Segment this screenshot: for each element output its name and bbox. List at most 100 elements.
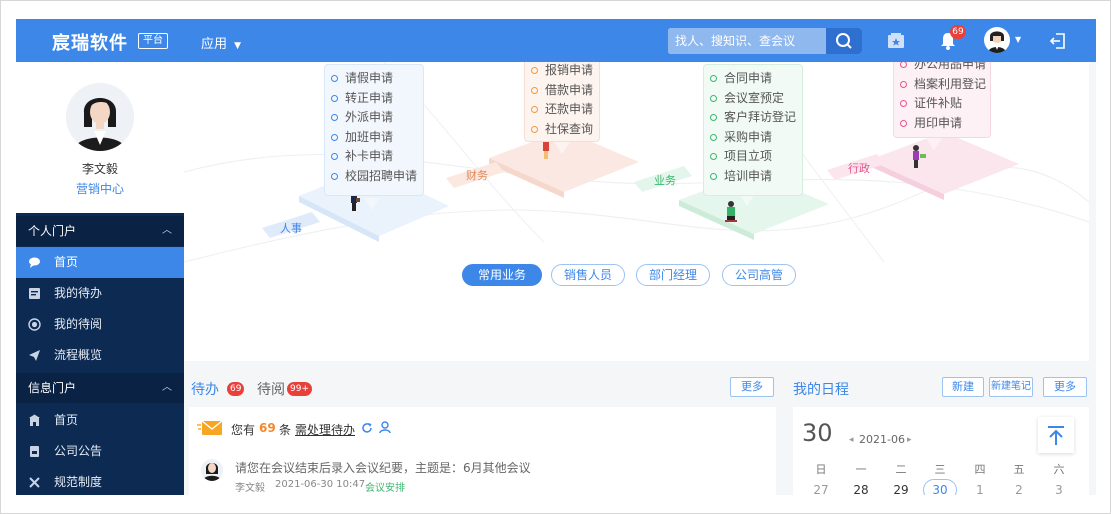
- business-item-1[interactable]: 会议室预定: [710, 89, 802, 109]
- weekday-label: 六: [1053, 463, 1065, 476]
- hr-menu-card: 请假申请 转正申请 外派申请 加班申请 补卡申请 校园招聘申请: [324, 64, 424, 196]
- document-icon: [30, 446, 39, 457]
- schedule-new-note-button[interactable]: 新建笔记: [989, 377, 1033, 397]
- user-department[interactable]: 营销中心: [16, 180, 184, 197]
- finance-menu-card: 报销申请 借款申请 还款申请 社保查询: [524, 62, 600, 142]
- sidebar-group-info[interactable]: 信息门户 ︿: [16, 373, 184, 403]
- business-banner: 请假申请 转正申请 外派申请 加班申请 补卡申请 校园招聘申请 报销申请 借款申…: [184, 62, 1089, 297]
- calendar-date[interactable]: 27: [801, 483, 841, 495]
- refresh-icon[interactable]: [361, 422, 373, 434]
- tab-sales[interactable]: 销售人员: [551, 264, 625, 286]
- prev-month-icon[interactable]: ◂: [849, 435, 854, 445]
- hr-item-5[interactable]: 校园招聘申请: [331, 167, 423, 187]
- sidebar-group-personal[interactable]: 个人门户 ︿: [16, 216, 184, 246]
- tab-todo[interactable]: 待办: [191, 379, 219, 399]
- todo-summary-count: 69: [259, 421, 276, 435]
- admin-item-0[interactable]: 办公用品申请: [900, 62, 990, 75]
- todo-item-tag[interactable]: 会议安排: [365, 479, 405, 494]
- user-avatar[interactable]: [984, 27, 1010, 53]
- avatar-image: [203, 463, 221, 481]
- weekday-label: 四: [974, 463, 986, 476]
- business-item-4[interactable]: 项目立项: [710, 147, 802, 167]
- logo-badge: 平台: [138, 33, 168, 49]
- business-platform-label[interactable]: 业务: [654, 172, 676, 188]
- calendar-date-today[interactable]: 30: [920, 483, 960, 495]
- calendar-date[interactable]: 29: [881, 483, 921, 495]
- app-window: 宸瑞软件 平台 应用 ▼ 69: [16, 19, 1096, 495]
- toread-count-badge: 99+: [287, 382, 312, 396]
- banner-spacer: [184, 297, 1089, 361]
- next-month-icon[interactable]: ▸: [907, 435, 912, 445]
- calendar-day: 30: [802, 419, 833, 447]
- admin-item-1[interactable]: 档案利用登记: [900, 75, 990, 95]
- calendar-date[interactable]: 3: [1039, 483, 1079, 495]
- admin-item-2[interactable]: 证件补贴: [900, 94, 990, 114]
- hr-item-3[interactable]: 加班申请: [331, 128, 423, 148]
- finance-item-0[interactable]: 报销申请: [531, 62, 599, 81]
- hr-item-1[interactable]: 转正申请: [331, 89, 423, 109]
- sidebar-item-process-overview[interactable]: 流程概览: [16, 340, 184, 371]
- logout-icon[interactable]: [1046, 29, 1070, 53]
- todo-summary-link[interactable]: 需处理待办: [295, 421, 355, 438]
- finance-platform-label[interactable]: 财务: [466, 167, 488, 183]
- top-bar: 宸瑞软件 平台 应用 ▼ 69: [16, 19, 1096, 62]
- business-item-3[interactable]: 采购申请: [710, 128, 802, 148]
- sidebar-item-info-home[interactable]: 首页: [16, 405, 184, 436]
- app-menu[interactable]: 应用 ▼: [201, 33, 241, 52]
- tab-common-business[interactable]: 常用业务: [462, 264, 542, 286]
- todo-count-badge: 69: [227, 382, 245, 396]
- list-icon: [29, 288, 40, 299]
- todo-more-button[interactable]: 更多: [730, 377, 774, 397]
- admin-platform-label[interactable]: 行政: [848, 160, 870, 176]
- calendar-date[interactable]: 2: [999, 483, 1039, 495]
- avatar-image: [988, 31, 1006, 53]
- profile-avatar-image: [66, 83, 134, 151]
- sidebar-item-regulations[interactable]: 规范制度: [16, 467, 184, 495]
- admin-item-3[interactable]: 用印申请: [900, 114, 990, 134]
- tab-dept-manager[interactable]: 部门经理: [636, 264, 710, 286]
- todo-item-title[interactable]: 请您在会议结束后录入会议纪要，主题是：6月其他会议: [235, 459, 531, 476]
- search-input[interactable]: [668, 28, 826, 54]
- finance-item-3[interactable]: 社保查询: [531, 120, 599, 140]
- hr-item-0[interactable]: 请假申请: [331, 69, 423, 89]
- hr-item-2[interactable]: 外派申请: [331, 108, 423, 128]
- sidebar-item-my-toread[interactable]: 我的待阅: [16, 309, 184, 340]
- weekday-label: 日: [815, 463, 827, 476]
- sidebar-group-label: 个人门户: [28, 224, 77, 238]
- business-item-5[interactable]: 培训申请: [710, 167, 802, 187]
- todo-summary-unit: 条: [279, 423, 292, 437]
- chevron-down-icon: ▼: [234, 41, 242, 51]
- back-to-top-button[interactable]: [1038, 417, 1074, 453]
- building-icon: [29, 414, 40, 426]
- profile-avatar[interactable]: [66, 83, 134, 151]
- chat-icon: [29, 257, 40, 268]
- cross-arrows-icon: [29, 477, 40, 488]
- logo: 宸瑞软件: [52, 33, 128, 54]
- calendar-date[interactable]: 28: [841, 483, 881, 495]
- person-icon[interactable]: [379, 421, 391, 434]
- search-button[interactable]: [826, 28, 862, 54]
- hr-platform-label[interactable]: 人事: [280, 220, 302, 236]
- envelope-icon: [197, 420, 223, 435]
- hr-item-4[interactable]: 补卡申请: [331, 147, 423, 167]
- sidebar-item-home[interactable]: 首页: [16, 247, 184, 278]
- chevron-up-icon: ︿: [162, 382, 172, 393]
- tab-toread[interactable]: 待阅: [257, 379, 285, 399]
- tab-executive[interactable]: 公司高管: [722, 264, 796, 286]
- sidebar-item-my-todo[interactable]: 我的待办: [16, 278, 184, 309]
- app-menu-label: 应用: [201, 37, 228, 52]
- avatar-chevron-icon[interactable]: ▼: [1015, 35, 1021, 44]
- calendar-date[interactable]: 1: [960, 483, 1000, 495]
- business-item-2[interactable]: 客户拜访登记: [710, 108, 802, 128]
- schedule-more-button[interactable]: 更多: [1043, 377, 1087, 397]
- finance-item-1[interactable]: 借款申请: [531, 81, 599, 101]
- search-box: [668, 28, 862, 54]
- sidebar-item-label: 流程概览: [54, 348, 103, 362]
- todo-panel: 待办 69 待阅 99+ 更多 您有 69 条 需处理待办 请您在会议结束后录入…: [184, 361, 781, 495]
- business-item-0[interactable]: 合同申请: [710, 69, 802, 89]
- sidebar-item-announcements[interactable]: 公司公告: [16, 436, 184, 467]
- finance-item-2[interactable]: 还款申请: [531, 100, 599, 120]
- schedule-new-button[interactable]: 新建: [942, 377, 984, 397]
- favorites-icon[interactable]: [884, 29, 908, 53]
- search-icon: [836, 33, 852, 49]
